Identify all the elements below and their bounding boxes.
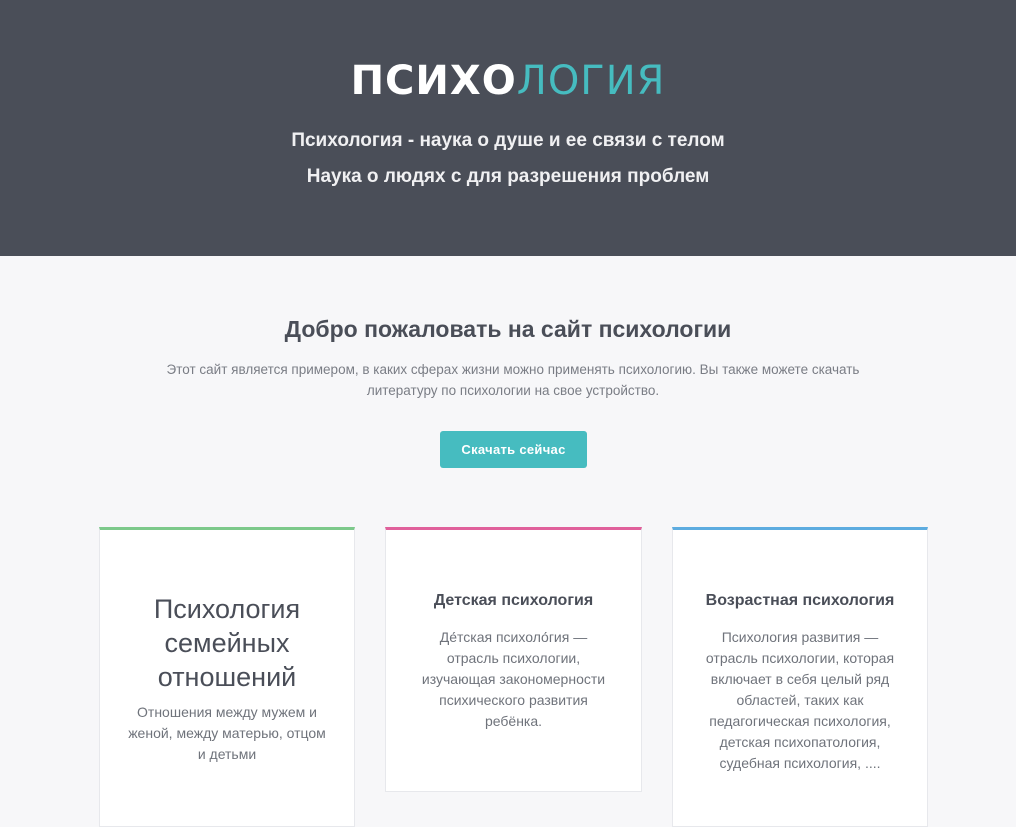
welcome-title: Добро пожаловать на сайт психологии [284, 316, 732, 342]
hero-banner: ПСИХОЛОГИЯ Психология - наука о душе и е… [0, 0, 1016, 256]
hero-tagline-1: Психология - наука о душе и ее связи с т… [291, 130, 725, 151]
card-text: Де́тская психоло́гия — отрасль психологи… [421, 629, 606, 729]
card-title: Детская психология [433, 592, 594, 609]
card-child-psychology[interactable]: Детская психология Де́тская психоло́гия … [385, 527, 642, 792]
card-title: Возрастная психология [705, 592, 895, 609]
card-text: Отношения между мужем и женой, между мат… [128, 704, 326, 762]
hero-tagline-2: Наука о людях с для разрешения проблем [306, 166, 710, 187]
card-title: Психология семейных отношений [153, 594, 301, 692]
download-now-button[interactable]: Скачать сейчас [440, 431, 587, 468]
site-logo[interactable]: ПСИХОЛОГИЯ [0, 58, 1016, 104]
logo-light-part: ЛОГИЯ [516, 58, 666, 104]
card-text: Психология развития — отрасль психологии… [705, 629, 895, 771]
card-developmental-psychology[interactable]: Возрастная психология Психология развити… [672, 527, 928, 827]
card-family-psychology[interactable]: Психология семейных отношений Отношения … [99, 527, 355, 827]
welcome-text: Этот сайт является примером, в каких сфе… [166, 362, 860, 398]
logo-bold-part: ПСИХО [350, 58, 517, 104]
